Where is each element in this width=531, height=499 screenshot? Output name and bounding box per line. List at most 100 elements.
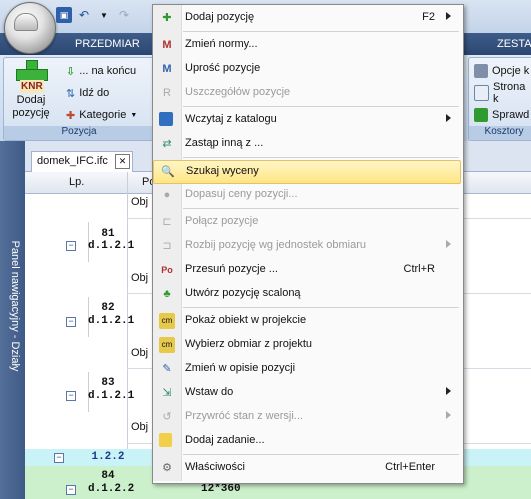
categories-button[interactable]: ✚ Kategorie ▼ xyxy=(66,106,137,124)
knr-add-icon: ✚ xyxy=(162,12,172,24)
column-header-lp[interactable]: Lp. xyxy=(69,176,84,188)
position-code: d.1.2.1 xyxy=(88,240,135,252)
submenu-arrow-icon xyxy=(446,114,451,122)
save-icon[interactable]: ▣ xyxy=(56,7,72,23)
menu-separator xyxy=(183,208,459,209)
menu-item-dodaj-pozycje[interactable]: ✚ Dodaj pozycję F2 xyxy=(153,7,461,29)
add-position-label: Dodaj pozycję xyxy=(12,94,50,119)
merge-icon: ⊏ xyxy=(162,216,172,228)
helmet-icon xyxy=(14,13,38,31)
catalog-icon xyxy=(159,112,173,126)
collapse-toggle-icon[interactable]: − xyxy=(66,391,76,401)
menu-item-zastap-inna[interactable]: ⇄ Zastąp inną z ... xyxy=(153,133,461,155)
tab-przedmiar[interactable]: PRZEDMIAR xyxy=(75,38,140,50)
grid-cell-obj: Obj xyxy=(131,421,149,433)
menu-item-zmien-w-opisie[interactable]: ✎ Zmień w opisie pozycji xyxy=(153,358,461,380)
group-label-kosztorys: Kosztory xyxy=(469,126,531,140)
pick-measure-icon: cm xyxy=(159,337,175,353)
position-code: d.1.2.1 xyxy=(88,390,135,402)
submenu-arrow-icon xyxy=(446,387,451,395)
replace-icon: ⇄ xyxy=(162,138,172,150)
cost-options-button[interactable]: Opcje k xyxy=(474,62,529,80)
document-tab-label: domek_IFC.ifc xyxy=(37,155,108,167)
collapse-toggle-icon[interactable]: − xyxy=(66,485,76,495)
insert-icon: ⇲ xyxy=(162,387,172,399)
quick-access-toolbar: ▣ ↶ ▼ ↷ xyxy=(56,6,132,24)
split-icon: ⊐ xyxy=(162,240,172,252)
at-end-button[interactable]: ⇩ ... na końcu xyxy=(66,62,136,80)
menu-item-szukaj-wyceny[interactable]: 🔍 Szukaj wyceny xyxy=(153,160,461,184)
up-down-arrows-icon: ⇅ xyxy=(66,87,76,100)
menu-item-dodaj-zadanie[interactable]: Dodaj zadanie... xyxy=(153,430,461,452)
title-page-button[interactable]: Strona k xyxy=(474,81,531,105)
categories-label: Kategorie xyxy=(79,109,127,121)
submenu-arrow-icon xyxy=(446,12,451,20)
categories-icon: ✚ xyxy=(66,109,76,122)
verify-label: Sprawd xyxy=(492,109,530,121)
page-icon xyxy=(474,85,489,101)
task-icon xyxy=(159,433,172,447)
menu-separator xyxy=(183,454,459,455)
check-icon xyxy=(474,108,488,122)
menu-item-wybierz-obmiar[interactable]: cm Wybierz obmiar z projektu xyxy=(153,334,461,356)
menu-item-uszczegolow-pozycje[interactable]: R Uszczegółów pozycje xyxy=(153,82,461,104)
menu-item-utworz-pozycje-scalona[interactable]: ♣ Utwórz pozycję scaloną xyxy=(153,283,461,305)
menu-item-wstaw-do[interactable]: ⇲ Wstaw do xyxy=(153,382,461,404)
group-label-pozycja: Pozycja xyxy=(4,126,154,140)
tab-zestawienia[interactable]: ZESTA xyxy=(497,38,531,50)
show-object-icon: cm xyxy=(159,313,175,329)
detail-icon: R xyxy=(163,87,171,99)
simplify-icon: M xyxy=(162,63,172,75)
edit-description-icon: ✎ xyxy=(162,363,172,375)
match-prices-icon: ● xyxy=(163,189,171,201)
submenu-arrow-icon xyxy=(446,411,451,419)
menu-item-zmien-normy[interactable]: M Zmień normy... xyxy=(153,34,461,56)
go-to-button[interactable]: ⇅ Idź do xyxy=(66,84,109,102)
document-tab[interactable]: domek_IFC.ifc ✕ xyxy=(31,151,133,172)
restore-icon: ↺ xyxy=(162,411,172,423)
menu-item-pokaz-obiekt[interactable]: cm Pokaż obiekt w projekcie xyxy=(153,310,461,332)
menu-separator xyxy=(183,106,459,107)
menu-item-uprosc-pozycje[interactable]: M Uprość pozycje xyxy=(153,58,461,80)
add-position-button[interactable]: KNR Dodaj pozycję xyxy=(6,60,56,126)
collapse-toggle-icon[interactable]: − xyxy=(66,317,76,327)
dropdown-arrow-icon[interactable]: ▼ xyxy=(96,7,112,23)
grid-cell-obj: Obj xyxy=(131,272,149,284)
knr-add-icon: KNR xyxy=(16,60,48,93)
position-number: 82 xyxy=(101,302,115,314)
menu-separator xyxy=(183,157,459,158)
menu-item-dopasuj-ceny[interactable]: ● Dopasuj ceny pozycji... xyxy=(153,184,461,206)
grid-cell-obj: Obj xyxy=(131,196,149,208)
menu-item-wczytaj-z-katalogu[interactable]: Wczytaj z katalogu xyxy=(153,109,461,131)
move-icon: Po xyxy=(161,265,173,275)
measure-formula: 12*360 xyxy=(201,483,241,495)
collapse-toggle-icon[interactable]: − xyxy=(54,453,64,463)
menu-item-wlasciwosci[interactable]: ⚙ Właściwości Ctrl+Enter xyxy=(153,457,461,479)
collapse-toggle-icon[interactable]: − xyxy=(66,241,76,251)
section-code: 1.2.2 xyxy=(91,451,125,463)
title-page-label: Strona k xyxy=(492,81,526,105)
undo-icon[interactable]: ↶ xyxy=(76,7,92,23)
change-norms-icon: M xyxy=(162,39,172,51)
position-code: d.1.2.2 xyxy=(88,483,135,495)
redo-icon[interactable]: ↷ xyxy=(116,7,132,23)
merged-position-icon: ♣ xyxy=(163,288,171,300)
position-code: d.1.2.1 xyxy=(88,315,135,327)
search-price-icon: 🔍 xyxy=(161,166,175,178)
knr-badge: KNR xyxy=(20,80,44,93)
cost-options-label: Opcje k xyxy=(492,65,530,77)
menu-separator xyxy=(183,307,459,308)
navigation-panel-label: Panel nawigacyjny - Działy xyxy=(9,240,21,372)
options-icon xyxy=(474,64,488,78)
menu-item-przywroc-stan[interactable]: ↺ Przywróć stan z wersji... xyxy=(153,406,461,428)
at-end-label: ... na końcu xyxy=(79,65,137,77)
verify-button[interactable]: Sprawd xyxy=(474,106,529,124)
properties-icon: ⚙ xyxy=(162,462,172,474)
position-number: 84 xyxy=(101,470,115,482)
menu-item-rozbij-pozycje[interactable]: ⊐ Rozbij pozycję wg jednostek obmiaru xyxy=(153,235,461,257)
menu-item-polacz-pozycje[interactable]: ⊏ Połącz pozycje xyxy=(153,211,461,233)
go-to-label: Idź do xyxy=(79,87,110,99)
menu-item-przesun-pozycje[interactable]: Po Przesuń pozycje ... Ctrl+R xyxy=(153,259,461,281)
close-icon[interactable]: ✕ xyxy=(115,154,130,169)
menu-separator xyxy=(183,31,459,32)
